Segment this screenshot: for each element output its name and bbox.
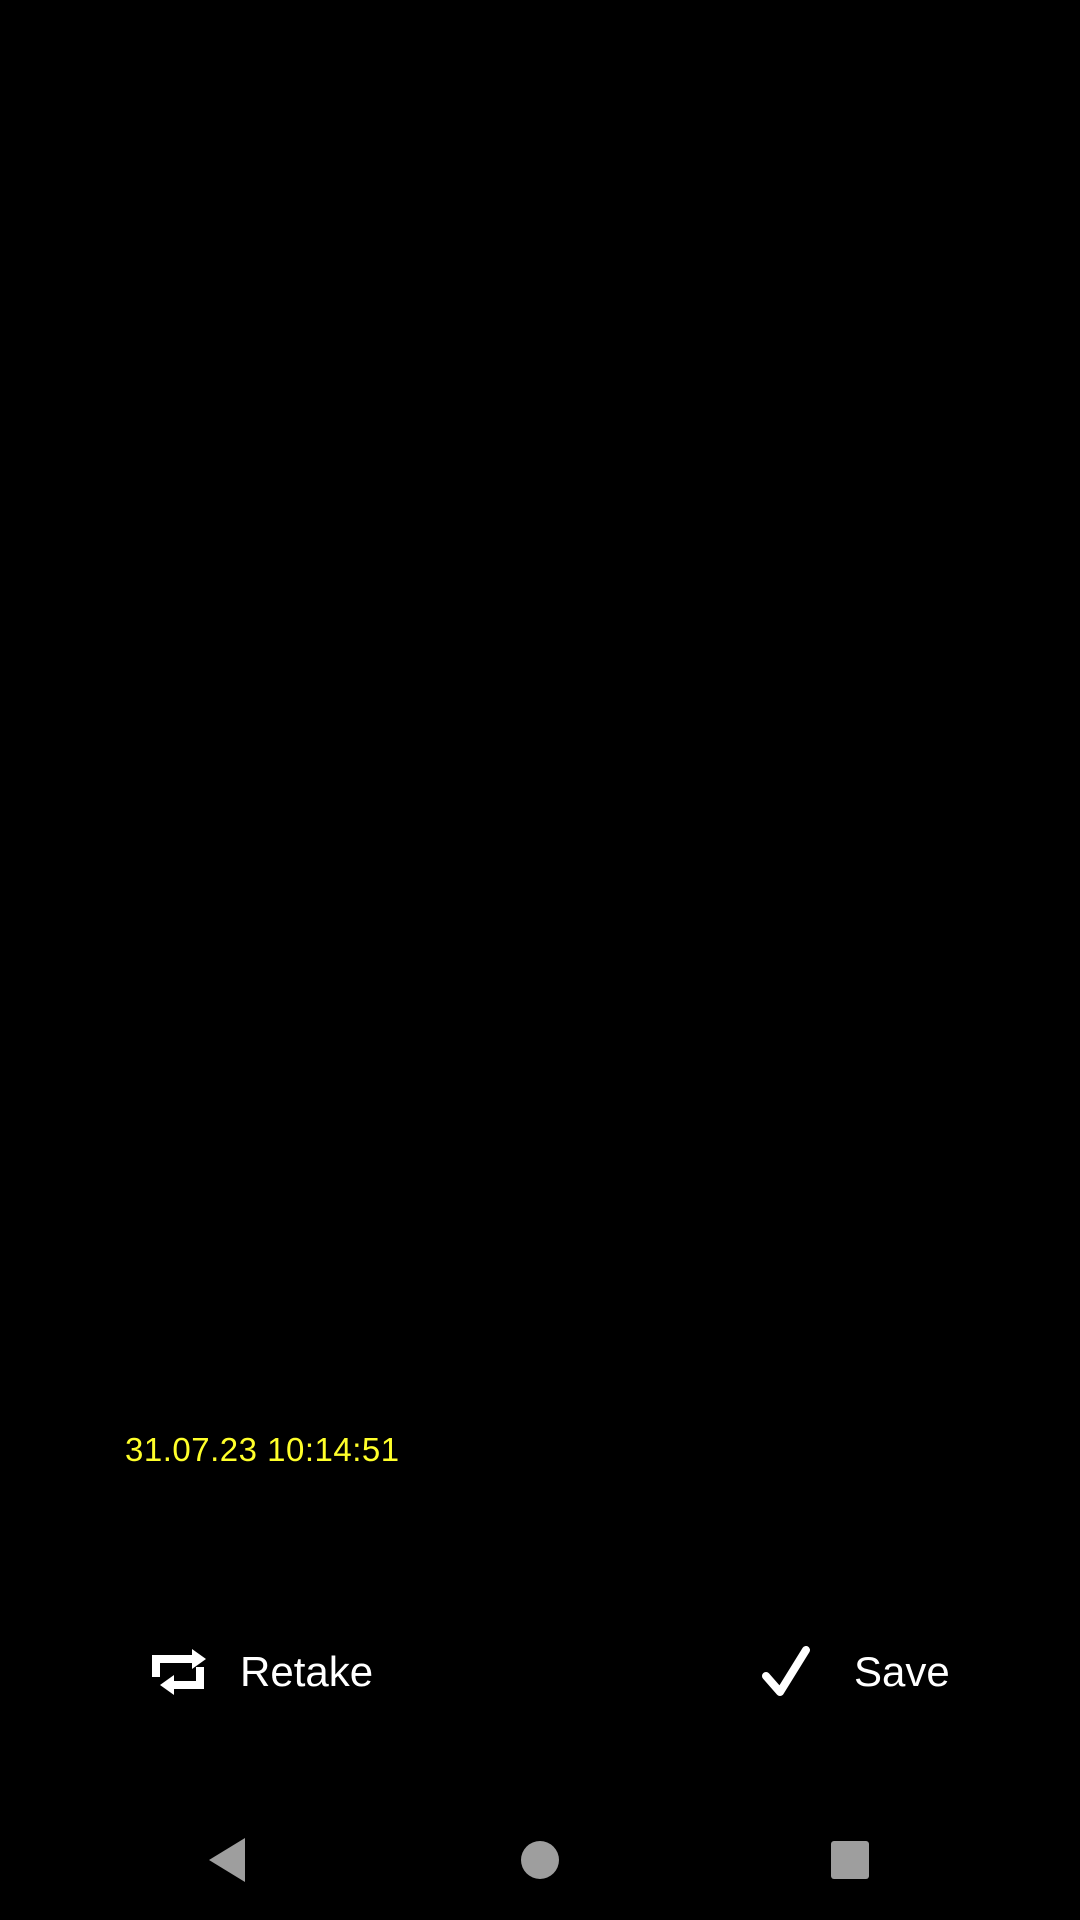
retake-button[interactable]: Retake <box>148 1634 373 1710</box>
recents-square-icon <box>831 1841 869 1879</box>
back-triangle-icon <box>209 1838 245 1882</box>
nav-back-button[interactable] <box>195 1828 259 1892</box>
save-button[interactable]: Save <box>752 1634 950 1710</box>
photo-preview <box>0 0 1080 1600</box>
nav-recents-button[interactable] <box>818 1828 882 1892</box>
home-circle-icon <box>521 1841 559 1879</box>
save-label: Save <box>854 1648 950 1695</box>
system-navigation-bar <box>0 1800 1080 1920</box>
repeat-icon <box>148 1637 218 1707</box>
retake-label: Retake <box>240 1648 374 1695</box>
camera-review-screen: 31.07.23 10:14:51 Retake Save <box>0 0 1080 1920</box>
nav-home-button[interactable] <box>508 1828 572 1892</box>
timestamp-overlay: 31.07.23 10:14:51 <box>125 1431 400 1468</box>
checkmark-icon <box>752 1637 822 1707</box>
